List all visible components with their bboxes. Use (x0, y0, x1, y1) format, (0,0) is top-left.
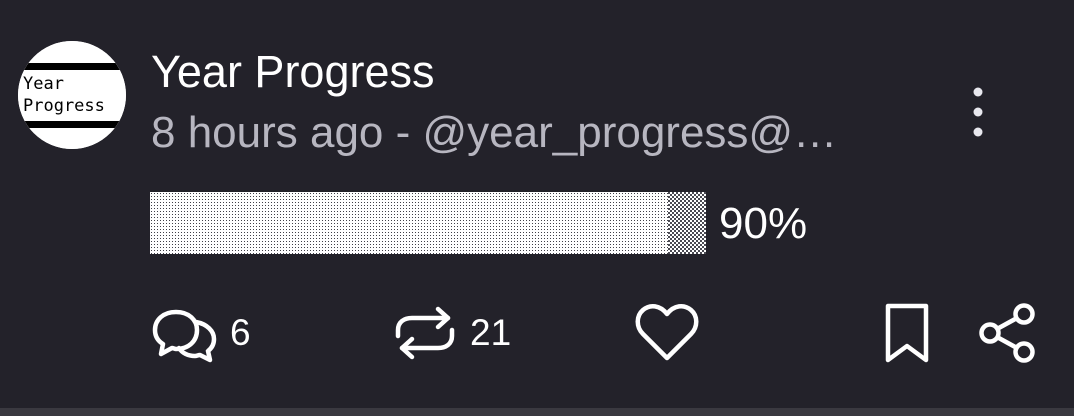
share-button[interactable] (976, 302, 1038, 364)
bookmark-icon (885, 303, 929, 363)
post-meta[interactable]: 8 hours ago - @year_progress@… (151, 108, 911, 158)
heart-icon (635, 304, 699, 361)
post-card[interactable]: Year Progress Year Progress 8 hours ago … (0, 0, 1074, 408)
author-name[interactable]: Year Progress (151, 46, 435, 98)
avatar-line-2: Progress (23, 96, 105, 116)
boost-button[interactable] (394, 302, 456, 364)
post-divider (0, 408, 1074, 416)
year-progress-bar (150, 192, 706, 254)
avatar[interactable]: Year Progress (18, 41, 126, 149)
year-progress-logo-icon: Year Progress (18, 41, 126, 149)
progress-percent-label: 90% (719, 199, 808, 248)
reply-button[interactable] (152, 302, 218, 364)
reply-count: 6 (230, 312, 251, 353)
repeat-icon (395, 306, 455, 360)
chat-bubbles-icon (152, 309, 217, 363)
favourite-button[interactable] (634, 302, 700, 364)
boost-count: 21 (470, 312, 512, 353)
bookmark-button[interactable] (884, 302, 930, 364)
share-icon (979, 303, 1035, 363)
kebab-menu-icon[interactable] (958, 82, 998, 142)
avatar-line-1: Year (23, 74, 64, 94)
progress-fill (150, 192, 668, 254)
